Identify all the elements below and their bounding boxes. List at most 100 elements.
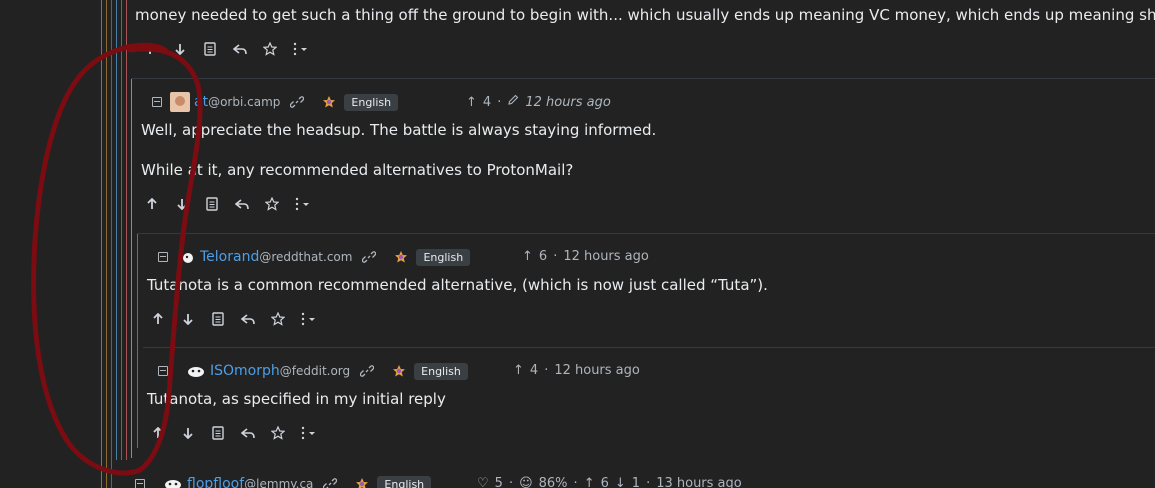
instance-label: @reddthat.com: [259, 250, 353, 264]
arrow-down-icon[interactable]: [165, 39, 195, 59]
arrow-up-icon[interactable]: [135, 39, 165, 59]
arrow-down-icon[interactable]: [173, 309, 203, 329]
language-icon: [322, 95, 336, 109]
comment-header: ISOmorph @feddit.org English: [158, 361, 468, 381]
timestamp: 13 hours ago: [656, 476, 742, 488]
reply-icon[interactable]: [233, 309, 263, 329]
star-icon[interactable]: [255, 39, 285, 59]
dot-separator: ·: [508, 476, 514, 488]
thread-rail: [126, 0, 127, 460]
divider: [131, 78, 1155, 79]
collapse-icon[interactable]: [135, 479, 145, 488]
comment-body: money needed to get such a thing off the…: [135, 6, 1155, 24]
document-icon[interactable]: [203, 309, 233, 329]
collapse-icon[interactable]: [158, 252, 168, 262]
language-badge: English: [416, 248, 471, 266]
arrow-down-icon[interactable]: [173, 423, 203, 443]
avatar[interactable]: [170, 92, 190, 112]
instance-label: @lemmy.ca: [244, 477, 314, 488]
link-icon[interactable]: [360, 364, 375, 378]
language-icon: [394, 250, 408, 264]
comment-header: flopfloof @lemmy.ca English: [135, 474, 432, 488]
more-vertical-icon[interactable]: [293, 423, 323, 443]
link-icon[interactable]: [362, 250, 377, 264]
thread-rail: [101, 0, 102, 488]
arrow-down-icon[interactable]: [167, 194, 197, 214]
thread-rail: [131, 78, 132, 458]
link-icon[interactable]: [290, 95, 305, 109]
arrow-up-icon: ↑: [583, 476, 595, 488]
avatar[interactable]: [176, 247, 196, 267]
timestamp: 12 hours ago: [563, 249, 649, 264]
comment-header: at @orbi.camp English: [152, 92, 399, 112]
reply-icon[interactable]: [233, 423, 263, 443]
reply-icon[interactable]: [227, 194, 257, 214]
username-link[interactable]: at: [194, 94, 208, 110]
dot-separator: ·: [544, 363, 549, 378]
arrow-down-icon: ↓: [614, 476, 626, 488]
username-link[interactable]: ISOmorph: [210, 363, 280, 379]
username-link[interactable]: Telorand: [200, 249, 259, 265]
upvotes: 6: [600, 476, 609, 488]
comment-meta: ↑ 6 · 12 hours ago: [522, 249, 649, 264]
dot-separator: ·: [646, 476, 651, 488]
instance-label: @orbi.camp: [208, 95, 281, 109]
score: 4: [529, 363, 539, 378]
comment-meta: ↑ 4 · 12 hours ago: [466, 94, 611, 110]
timestamp: 12 hours ago: [554, 363, 640, 378]
document-icon[interactable]: [197, 194, 227, 214]
document-icon[interactable]: [195, 39, 225, 59]
avatar[interactable]: [186, 361, 206, 381]
comment-meta: ↑ 4 · 12 hours ago: [513, 363, 640, 378]
thread-rail: [111, 0, 112, 488]
language-icon: [355, 477, 369, 488]
collapse-icon[interactable]: [152, 97, 162, 107]
language-badge: English: [414, 362, 468, 380]
reply-icon[interactable]: [225, 39, 255, 59]
collapse-icon[interactable]: [158, 366, 168, 376]
star-icon[interactable]: [257, 194, 287, 214]
arrow-up-icon[interactable]: [143, 309, 173, 329]
comment-actions: [143, 423, 323, 443]
arrow-up-icon: ↑: [522, 249, 533, 264]
language-icon: [392, 364, 406, 378]
star-icon[interactable]: [263, 309, 293, 329]
thread-rail: [116, 0, 117, 460]
thread-rail: [137, 234, 138, 448]
link-icon[interactable]: [323, 477, 338, 488]
avatar[interactable]: [163, 474, 183, 488]
instance-label: @feddit.org: [279, 364, 351, 378]
divider: [143, 347, 1155, 348]
arrow-up-icon: ↑: [466, 94, 477, 110]
comment-actions: [143, 309, 323, 329]
upvote-percent: 86%: [538, 476, 568, 488]
comment-body: Tutanota is a common recommended alterna…: [147, 276, 768, 294]
dot-separator: ·: [497, 94, 502, 110]
arrow-up-icon[interactable]: [143, 423, 173, 443]
smile-icon: ☺: [519, 476, 533, 488]
comment-body: Tutanota, as specified in my initial rep…: [147, 390, 446, 408]
score: 6: [538, 249, 548, 264]
thread-rail: [121, 0, 122, 460]
username-link[interactable]: flopfloof: [187, 476, 244, 488]
comment-meta: ♡ 5 · ☺ 86% · ↑ 6 ↓ 1 · 13 hours ago: [477, 476, 742, 488]
arrow-up-icon[interactable]: [137, 194, 167, 214]
dot-separator: ·: [553, 249, 558, 264]
divider: [137, 233, 1155, 234]
star-icon[interactable]: [263, 423, 293, 443]
comment-actions: [137, 194, 317, 214]
comment-body: While at it, any recommended alternative…: [141, 161, 574, 179]
more-vertical-icon[interactable]: [287, 194, 317, 214]
more-vertical-icon[interactable]: [293, 309, 323, 329]
comment-actions: [135, 39, 315, 59]
comment-header: Telorand @reddthat.com English: [158, 247, 471, 267]
dot-separator: ·: [573, 476, 578, 488]
annotation-loop: [31, 42, 203, 476]
document-icon[interactable]: [203, 423, 233, 443]
score: 4: [482, 94, 492, 110]
more-vertical-icon[interactable]: [285, 39, 315, 59]
likes-count: 5: [494, 476, 503, 488]
pencil-icon: [507, 94, 519, 110]
language-badge: English: [344, 93, 399, 111]
thread-rail: [106, 0, 107, 488]
